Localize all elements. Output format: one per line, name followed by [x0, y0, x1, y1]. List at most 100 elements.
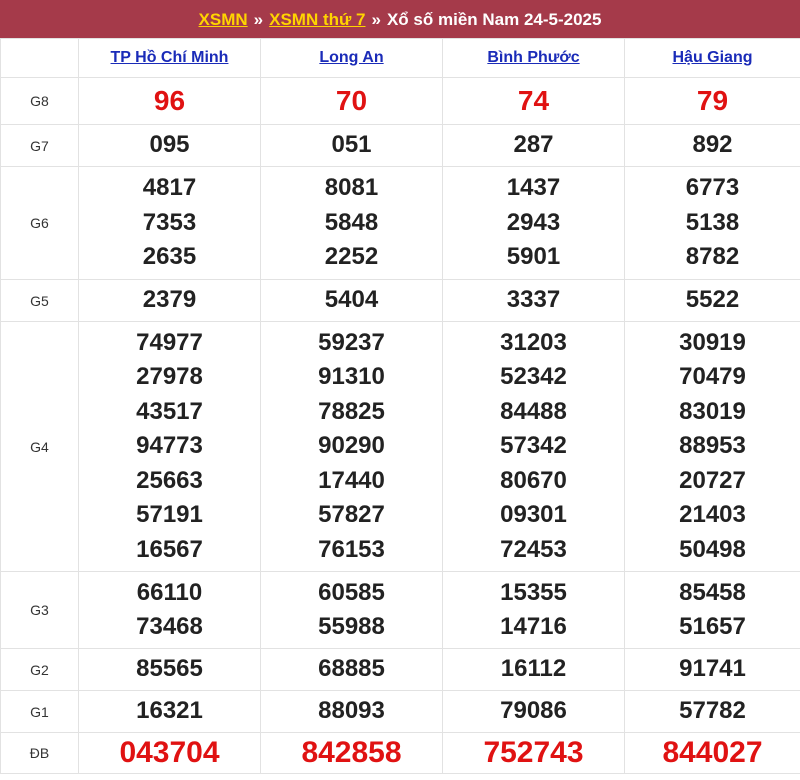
prize-row-g7: G7 095 051 287 892	[0, 124, 800, 167]
prize-cell: 59237 91310 78825 90290 17440 57827 76153	[260, 321, 443, 572]
prize-cell: 79086	[442, 690, 625, 733]
prize-number: 051	[331, 131, 372, 159]
prize-cell: 5404	[260, 279, 443, 322]
prize-number: 52342	[500, 363, 567, 391]
prize-number: 80670	[500, 466, 567, 494]
prize-cell: 96	[78, 77, 261, 125]
prize-number: 57827	[318, 501, 385, 529]
prize-number: 43517	[136, 397, 203, 425]
prize-number: 91310	[318, 363, 385, 391]
prize-number: 57342	[500, 432, 567, 460]
prize-label: G3	[0, 571, 79, 649]
prize-number: 88093	[318, 697, 385, 725]
prize-cell: 88093	[260, 690, 443, 733]
prize-number: 09301	[500, 501, 567, 529]
prize-cell: 85565	[78, 648, 261, 691]
prize-cell: 60585 55988	[260, 571, 443, 649]
prize-cell: 842858	[260, 732, 443, 774]
prize-number: 8782	[685, 243, 740, 271]
prize-number: 57191	[136, 501, 203, 529]
prize-number: 79086	[500, 697, 567, 725]
prize-row-db: ĐB 043704 842858 752743 844027	[0, 732, 800, 774]
prize-row-g5: G5 2379 5404 3337 5522	[0, 279, 800, 322]
prize-number: 5138	[685, 208, 740, 236]
prize-number: 5848	[324, 208, 379, 236]
breadcrumb-xsmn-thu7-link[interactable]: XSMN thứ 7	[269, 10, 365, 30]
prize-label: G4	[0, 321, 79, 572]
prize-cell: 8081 5848 2252	[260, 166, 443, 280]
prize-number: 73468	[136, 613, 203, 640]
prize-cell: 287	[442, 124, 625, 167]
prize-number: 17440	[318, 466, 385, 494]
prize-cell: 57782	[624, 690, 800, 733]
prize-number: 3337	[506, 286, 561, 314]
prize-number: 6773	[685, 174, 740, 202]
prize-label: G2	[0, 648, 79, 691]
prize-number: 2379	[142, 286, 197, 314]
prize-number: 7353	[142, 208, 197, 236]
prize-number: 2943	[506, 208, 561, 236]
prize-number: 892	[692, 131, 733, 159]
corner-cell	[0, 38, 79, 78]
prize-number: 5522	[685, 286, 740, 314]
prize-cell: 051	[260, 124, 443, 167]
prize-cell: 2379	[78, 279, 261, 322]
prize-cell: 31203 52342 84488 57342 80670 09301 72453	[442, 321, 625, 572]
prize-number: 16567	[136, 535, 203, 563]
prize-number: 752743	[483, 735, 584, 769]
prize-number: 16321	[136, 697, 203, 725]
prize-label: G1	[0, 690, 79, 733]
prize-number: 50498	[679, 535, 746, 563]
prize-cell: 74	[442, 77, 625, 125]
prize-number: 1437	[506, 174, 561, 202]
breadcrumb-xsmn-link[interactable]: XSMN	[199, 10, 248, 30]
prize-number: 79	[696, 84, 729, 116]
prize-number: 59237	[318, 328, 385, 356]
prize-number: 70	[335, 84, 368, 116]
prize-cell: 3337	[442, 279, 625, 322]
prize-number: 57782	[679, 697, 746, 725]
prize-number: 4817	[142, 174, 197, 202]
prize-label: G5	[0, 279, 79, 322]
prize-number: 8081	[324, 174, 379, 202]
prize-number: 31203	[500, 328, 567, 356]
prize-number: 842858	[301, 735, 402, 769]
province-link-hau-giang[interactable]: Hậu Giang	[672, 49, 752, 66]
prize-number: 91741	[679, 655, 746, 683]
prize-number: 74977	[136, 328, 203, 356]
prize-number: 095	[149, 131, 190, 159]
breadcrumb-separator: »	[371, 9, 381, 29]
prize-row-g1: G1 16321 88093 79086 57782	[0, 690, 800, 733]
province-link-hcm[interactable]: TP Hồ Chí Minh	[111, 49, 229, 66]
prize-cell: 16112	[442, 648, 625, 691]
prize-cell: 4817 7353 2635	[78, 166, 261, 280]
prize-number: 21403	[679, 501, 746, 529]
province-header-row: TP Hồ Chí Minh Long An Bình Phước Hậu Gi…	[0, 38, 800, 78]
breadcrumb-separator: »	[253, 9, 264, 29]
prize-label: G8	[0, 77, 79, 125]
prize-row-g2: G2 85565 68885 16112 91741	[0, 648, 800, 691]
prize-label: ĐB	[0, 732, 79, 774]
prize-cell: 66110 73468	[78, 571, 261, 649]
prize-row-g3: G3 66110 73468 60585 55988 15355 14716 85458 516…	[0, 571, 800, 649]
prize-number: 88953	[679, 432, 746, 460]
prize-cell: 74977 27978 43517 94773 25663 57191 16567	[78, 321, 261, 572]
prize-number: 83019	[679, 397, 746, 425]
results-table: TP Hồ Chí Minh Long An Bình Phước Hậu Gi…	[0, 38, 800, 774]
prize-number: 90290	[318, 432, 385, 460]
province-link-long-an[interactable]: Long An	[319, 49, 383, 66]
prize-number: 287	[513, 131, 554, 159]
prize-cell: 70	[260, 77, 443, 125]
prize-number: 2252	[324, 243, 379, 271]
province-link-binh-phuoc[interactable]: Bình Phước	[487, 49, 579, 66]
prize-number: 84488	[500, 397, 567, 425]
prize-number: 14716	[500, 613, 567, 640]
prize-number: 844027	[662, 735, 763, 769]
prize-body: G8 96 70 74 79 G7 095 051 287 892 G6 4817 7353 2635 80…	[0, 77, 800, 774]
prize-cell: 79	[624, 77, 800, 125]
prize-number: 68885	[318, 655, 385, 683]
prize-row-g6: G6 4817 7353 2635 8081 5848 2252 1437 2943 5901 67…	[0, 166, 800, 280]
prize-number: 78825	[318, 397, 385, 425]
prize-cell: 1437 2943 5901	[442, 166, 625, 280]
prize-number: 85458	[679, 578, 746, 606]
